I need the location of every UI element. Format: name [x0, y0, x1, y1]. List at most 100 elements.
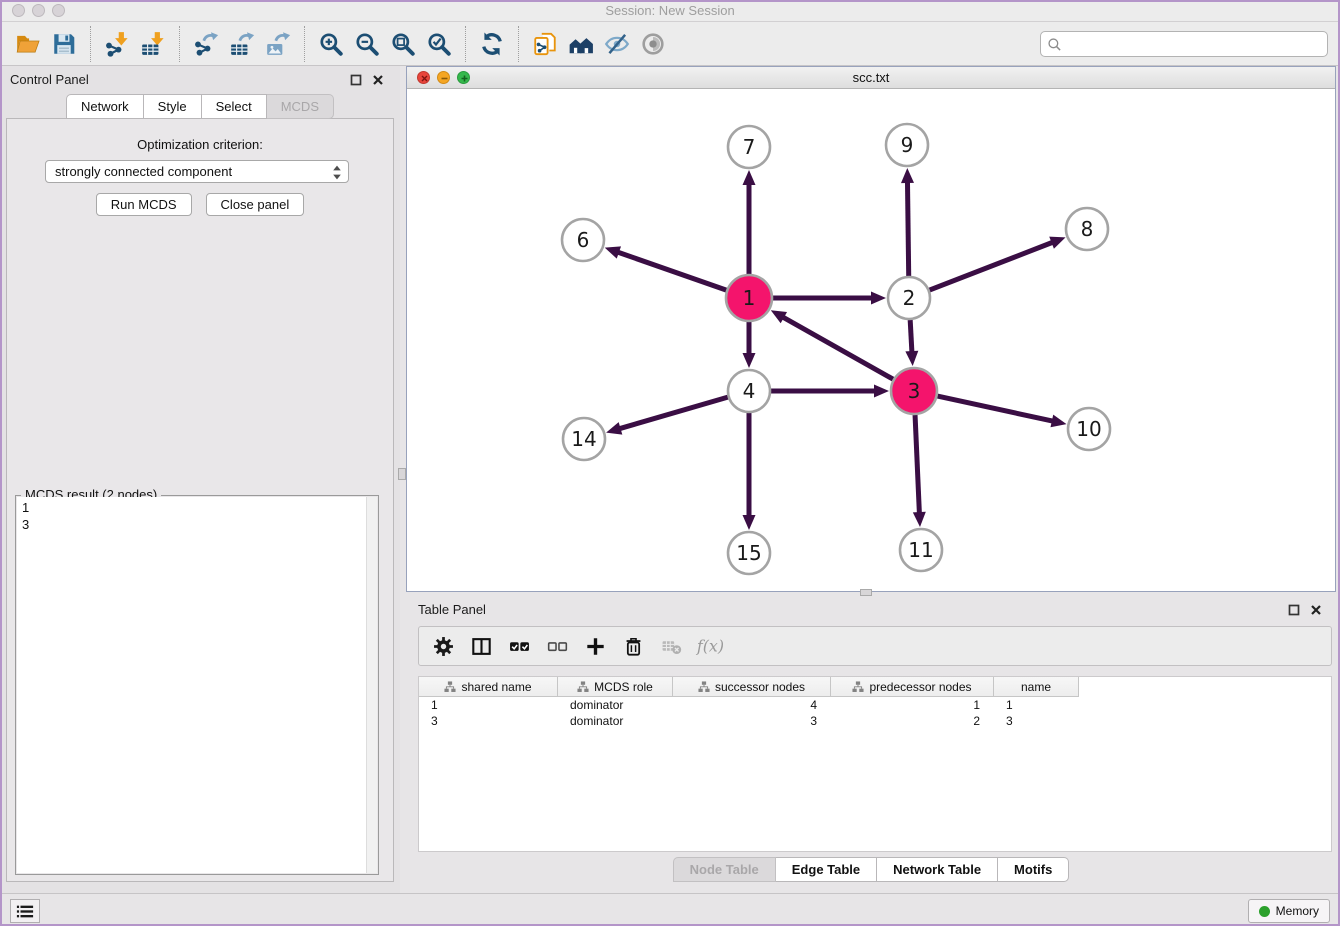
export-network-icon[interactable] — [188, 27, 224, 61]
tab-node-table[interactable]: Node Table — [673, 857, 776, 882]
column-visibility-icon[interactable] — [467, 632, 495, 660]
table-cell[interactable]: 3 — [673, 713, 831, 729]
graph-edge-3-1[interactable] — [771, 310, 893, 379]
run-mcds-button[interactable]: Run MCDS — [96, 193, 192, 216]
table-row[interactable]: 3dominator323 — [419, 713, 1331, 729]
first-neighbors-icon[interactable] — [563, 27, 599, 61]
tab-motifs[interactable]: Motifs — [998, 857, 1069, 882]
graph-edge-2-9[interactable] — [901, 168, 914, 276]
graph-edge-3-10[interactable] — [937, 396, 1066, 427]
graph-node-7[interactable]: 7 — [728, 126, 770, 168]
graph-edge-2-8[interactable] — [930, 237, 1066, 290]
float-panel-icon[interactable] — [350, 73, 364, 87]
graph-edge-1-2[interactable] — [773, 292, 886, 305]
graph-node-10[interactable]: 10 — [1068, 408, 1110, 450]
close-panel-icon[interactable] — [372, 73, 386, 87]
table-cell[interactable]: 3 — [419, 713, 558, 729]
deselect-all-rows-icon[interactable] — [543, 632, 571, 660]
graph-edge-4-15[interactable] — [743, 413, 756, 530]
table-cell[interactable]: 2 — [831, 713, 994, 729]
column-header-name[interactable]: name — [994, 677, 1079, 697]
table-row[interactable]: 1dominator411 — [419, 697, 1331, 713]
open-session-icon[interactable] — [10, 27, 46, 61]
network-view-window: scc.txt 7 9 6 8 1 2 4 3 14 10 15 11 — [406, 66, 1336, 592]
horizontal-splitter-handle[interactable] — [860, 589, 872, 596]
toolbar-separator — [179, 26, 180, 62]
zoom-selected-icon[interactable] — [421, 27, 457, 61]
mcds-result-group: MCDS result (2 nodes) 13 — [15, 495, 379, 875]
task-history-button[interactable] — [10, 899, 40, 923]
svg-text:15: 15 — [736, 541, 761, 565]
import-table-icon[interactable] — [135, 27, 171, 61]
table-options-icon[interactable] — [429, 632, 457, 660]
graph-node-3[interactable]: 3 — [891, 368, 937, 414]
graph-node-15[interactable]: 15 — [728, 532, 770, 574]
table-cell[interactable]: 1 — [994, 697, 1079, 713]
svg-text:6: 6 — [577, 228, 590, 252]
graph-edge-1-7[interactable] — [743, 170, 756, 274]
graph-edge-1-4[interactable] — [743, 322, 756, 368]
toolbar-separator — [90, 26, 91, 62]
search-input[interactable] — [1062, 34, 1327, 54]
zoom-fit-icon[interactable] — [385, 27, 421, 61]
table-cell[interactable]: dominator — [558, 713, 673, 729]
graph-node-14[interactable]: 14 — [563, 418, 605, 460]
save-session-icon[interactable] — [46, 27, 82, 61]
tab-network[interactable]: Network — [66, 94, 144, 119]
column-header-predecessor-nodes[interactable]: predecessor nodes — [831, 677, 994, 697]
export-image-icon[interactable] — [260, 27, 296, 61]
add-column-icon[interactable] — [581, 632, 609, 660]
table-cell[interactable]: 3 — [994, 713, 1079, 729]
table-cell[interactable]: 1 — [831, 697, 994, 713]
refresh-icon[interactable] — [474, 27, 510, 61]
column-header-successor-nodes[interactable]: successor nodes — [673, 677, 831, 697]
float-table-panel-icon[interactable] — [1288, 603, 1302, 617]
select-all-rows-icon[interactable] — [505, 632, 533, 660]
tab-style[interactable]: Style — [144, 94, 202, 119]
table-cell[interactable]: 1 — [419, 697, 558, 713]
graph-node-8[interactable]: 8 — [1066, 208, 1108, 250]
delete-column-icon[interactable] — [619, 632, 647, 660]
graph-node-9[interactable]: 9 — [886, 124, 928, 166]
tab-network-table[interactable]: Network Table — [877, 857, 998, 882]
network-title: scc.txt — [407, 70, 1335, 85]
show-all-icon[interactable] — [635, 27, 671, 61]
network-window-titlebar: scc.txt — [407, 67, 1335, 89]
column-header-label: successor nodes — [715, 680, 805, 694]
tab-select[interactable]: Select — [202, 94, 267, 119]
mcds-result-text[interactable]: 13 — [17, 497, 377, 873]
export-table-icon[interactable] — [224, 27, 260, 61]
zoom-out-icon[interactable] — [349, 27, 385, 61]
zoom-in-icon[interactable] — [313, 27, 349, 61]
column-header-shared-name[interactable]: shared name — [419, 677, 558, 697]
close-table-panel-icon[interactable] — [1310, 603, 1324, 617]
table-cell[interactable]: dominator — [558, 697, 673, 713]
table-panel-title: Table Panel — [418, 602, 486, 617]
tab-mcds[interactable]: MCDS — [267, 94, 334, 119]
mcds-result-scrollbar[interactable] — [366, 497, 377, 873]
close-panel-button[interactable]: Close panel — [206, 193, 305, 216]
column-type-icon — [852, 681, 864, 693]
graph-node-4[interactable]: 4 — [728, 370, 770, 412]
graph-node-2[interactable]: 2 — [888, 277, 930, 319]
graph-node-6[interactable]: 6 — [562, 219, 604, 261]
graph-edge-2-3[interactable] — [905, 320, 918, 366]
table-panel-tabs: Node TableEdge TableNetwork TableMotifs — [406, 857, 1336, 882]
optimization-criterion-select[interactable]: strongly connected component — [45, 160, 349, 183]
graph-edge-3-11[interactable] — [913, 415, 926, 527]
graph-edge-1-6[interactable] — [605, 246, 727, 290]
svg-text:2: 2 — [903, 286, 916, 310]
import-network-icon[interactable] — [99, 27, 135, 61]
network-graph-canvas[interactable]: 7 9 6 8 1 2 4 3 14 10 15 11 — [407, 89, 1335, 591]
graph-edge-4-3[interactable] — [771, 385, 889, 398]
table-cell[interactable]: 4 — [673, 697, 831, 713]
tab-edge-table[interactable]: Edge Table — [776, 857, 877, 882]
clone-network-icon[interactable] — [527, 27, 563, 61]
memory-button[interactable]: Memory — [1248, 899, 1330, 923]
graph-node-11[interactable]: 11 — [900, 529, 942, 571]
graph-node-1[interactable]: 1 — [726, 275, 772, 321]
graph-edge-4-14[interactable] — [606, 397, 728, 434]
vertical-splitter-handle[interactable] — [398, 468, 406, 480]
column-header-MCDS-role[interactable]: MCDS role — [558, 677, 673, 697]
hide-selected-icon[interactable] — [599, 27, 635, 61]
